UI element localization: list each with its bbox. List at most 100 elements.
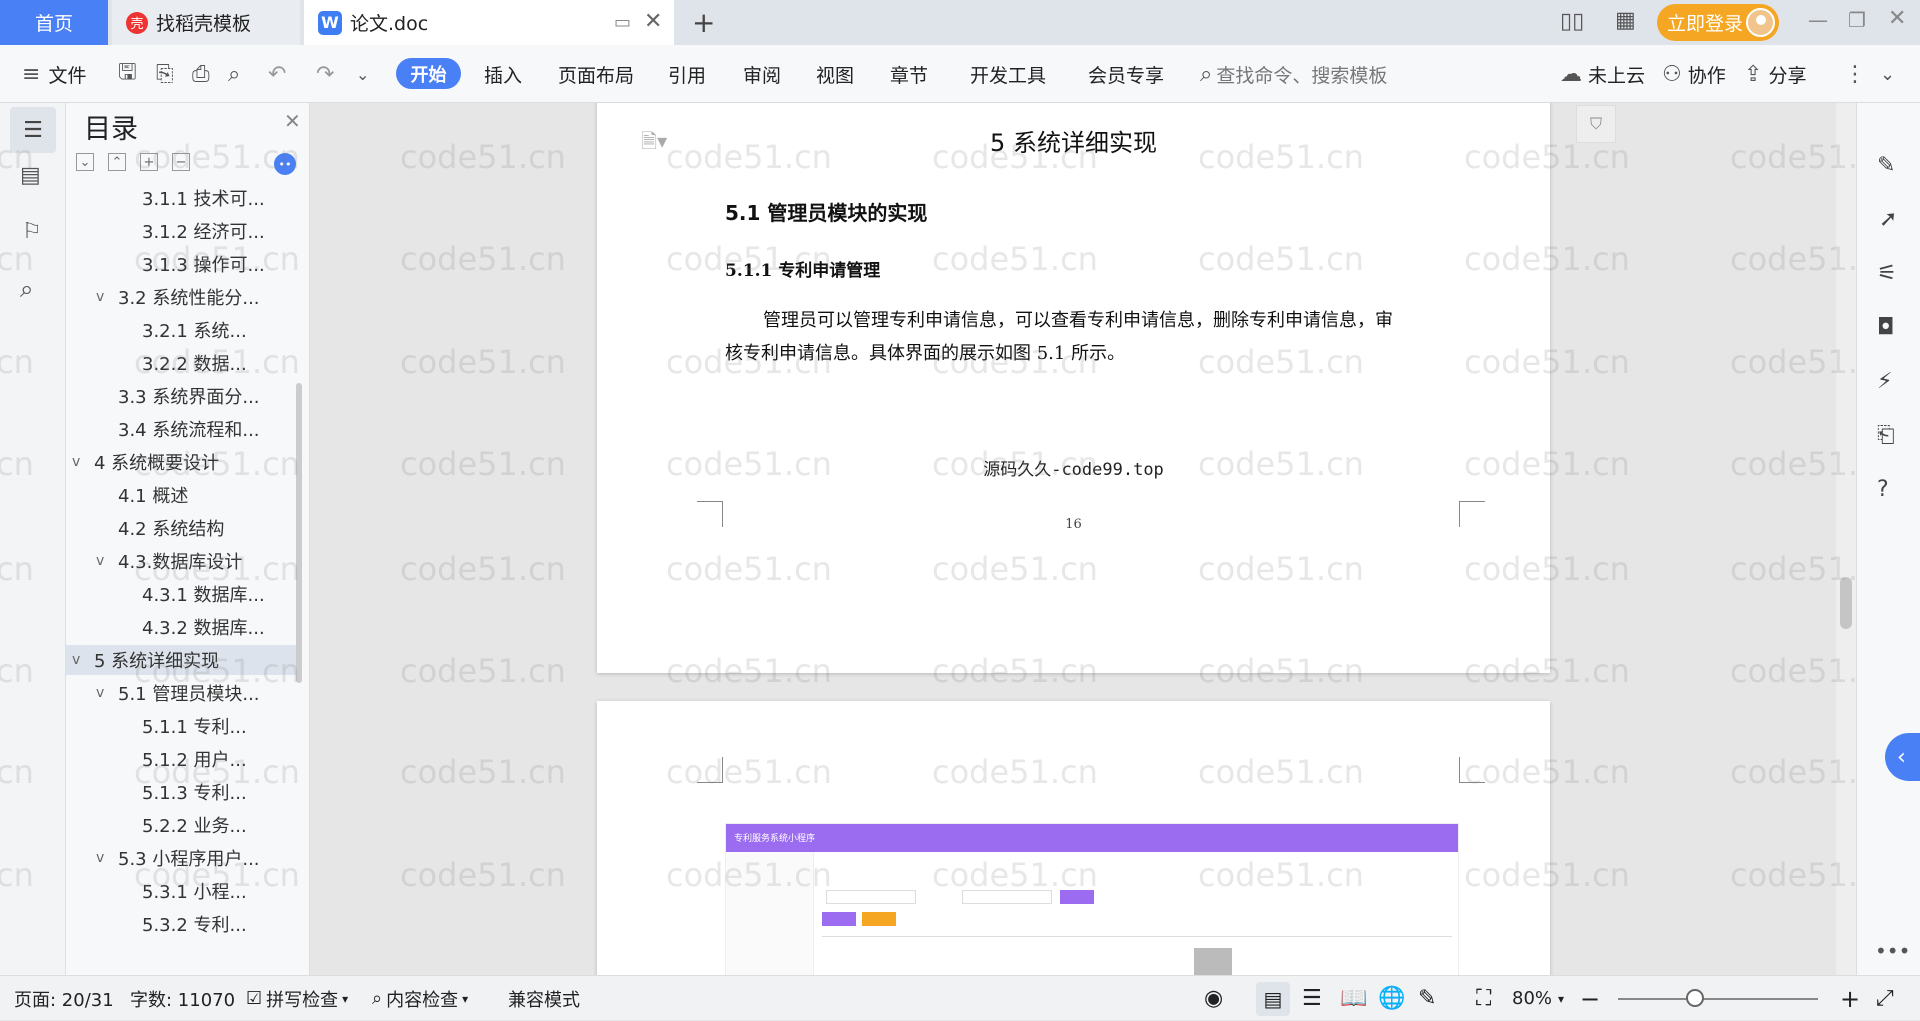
page-view-icon[interactable]: ▤ [1256,982,1290,1016]
minimize-icon[interactable]: — [1808,8,1828,32]
eye-protect-icon[interactable]: ◉ [1204,976,1223,1021]
print-preview-icon[interactable]: ⌕ [228,45,240,103]
toc-expander-icon[interactable]: v [72,652,94,668]
tab-templates[interactable]: 壳 找稻壳模板 [112,0,300,45]
new-tab-icon[interactable]: + [692,6,715,39]
toc-item[interactable]: 5.2.2 业务... [66,810,296,840]
redo-icon[interactable]: ↷ [316,45,334,103]
expand-all-icon[interactable]: + [140,153,158,171]
toc-item[interactable]: v 5.3 小程序用户... [66,843,296,873]
save-icon[interactable]: 🖫 [118,45,137,103]
pen-icon[interactable]: ✎ [1877,153,1895,178]
toc-expander-icon[interactable]: v [72,454,94,470]
word-count[interactable]: 字数: 11070 [130,976,235,1021]
ribbon-tab-review[interactable]: 审阅 [743,45,781,103]
toc-item[interactable]: 3.1.3 操作可... [66,249,296,279]
file-menu-button[interactable]: ≡ 文件 [22,45,86,103]
zoom-slider-track[interactable] [1618,998,1818,1000]
toc-expander-icon[interactable]: v [96,289,118,305]
window-close-icon[interactable]: ✕ [1888,6,1906,31]
bookmark-icon[interactable]: ⚐ [22,219,42,244]
zoom-slider-handle[interactable] [1686,989,1704,1007]
toc-item[interactable]: v 3.2 系统性能分... [66,282,296,312]
export-pdf-icon[interactable]: ⎘ [156,45,174,103]
adjust-icon[interactable]: ⚟ [1877,261,1897,286]
help-icon[interactable]: ? [1877,477,1889,502]
fit-page-icon[interactable]: ⛶ [1476,976,1491,1021]
toc-expander-icon[interactable]: v [96,685,118,701]
toc-item[interactable]: 5.3.2 专利... [66,909,296,939]
zoom-out-icon[interactable]: − [1580,976,1600,1021]
toc-item[interactable]: v 4.3.数据库设计 [66,546,296,576]
ribbon-tab-member[interactable]: 会员专享 [1088,45,1164,103]
ribbon-tab-insert[interactable]: 插入 [484,45,522,103]
page-indicator[interactable]: 页面: 20/31 [14,976,114,1021]
zoom-level[interactable]: 80% ▾ [1512,976,1564,1021]
filter-icon[interactable]: ⛉ [1576,105,1616,143]
toc-scrollbar[interactable] [296,383,302,683]
more-vertical-icon[interactable]: ⋮ [1844,45,1866,103]
login-button[interactable]: 立即登录 [1657,4,1779,41]
ribbon-tab-view[interactable]: 视图 [816,45,854,103]
cursor-icon[interactable]: ➚ [1879,207,1897,232]
toc-item[interactable]: v5 系统详细实现 [66,645,296,675]
quick-access-dropdown-icon[interactable]: ⌄ [356,45,369,103]
monitor-icon[interactable]: ▭ [614,12,631,33]
tab-home[interactable]: 首页 [0,0,108,45]
ribbon-tab-references[interactable]: 引用 [668,45,706,103]
expand-down-icon[interactable]: ⌄ [76,153,94,171]
toc-item[interactable]: v 5.1 管理员模块... [66,678,296,708]
close-tab-icon[interactable]: ✕ [644,9,662,34]
outline-view-icon[interactable]: ☰ [1302,976,1322,1021]
collaborate-button[interactable]: ⚇ 协作 [1662,45,1726,103]
tab-document[interactable]: W 论文.doc ▭ ✕ [304,0,674,45]
toc-item[interactable]: v4 系统概要设计 [66,447,296,477]
expand-sidepanel-icon[interactable]: ‹ [1885,733,1920,781]
collapse-ribbon-icon[interactable]: ⌄ [1880,45,1895,103]
toc-panel-icon[interactable]: ☰ [10,107,56,153]
print-icon[interactable]: ⎙ [192,45,210,103]
ribbon-tab-developer[interactable]: 开发工具 [970,45,1046,103]
toc-item[interactable]: 3.2.2 数据... [66,348,296,378]
toc-item[interactable]: 3.1.2 经济可... [66,216,296,246]
web-view-icon[interactable]: 🌐 [1378,976,1405,1021]
toc-expander-icon[interactable]: v [96,850,118,866]
toc-item[interactable]: 4.1 概述 [66,480,296,510]
toc-item[interactable]: 5.1.2 用户... [66,744,296,774]
find-icon[interactable]: ⌕ [20,275,33,303]
ribbon-tab-chapter[interactable]: 章节 [890,45,928,103]
fullscreen-icon[interactable]: ⤢ [1876,976,1894,1021]
toc-item[interactable]: 5.3.1 小程... [66,876,296,906]
scrollbar-thumb[interactable] [1840,577,1852,629]
spell-check-button[interactable]: ☑ 拼写检查 ▾ [246,976,348,1021]
toc-expander-icon[interactable]: v [96,553,118,569]
reading-view-icon[interactable]: 📖 [1340,976,1367,1021]
collapse-all-icon[interactable]: − [172,153,190,171]
toc-item[interactable]: 3.3 系统界面分... [66,381,296,411]
toc-item[interactable]: 4.3.2 数据库... [66,612,296,642]
write-view-icon[interactable]: ✎ [1418,976,1436,1021]
ribbon-tab-layout[interactable]: 页面布局 [558,45,634,103]
ribbon-tab-start[interactable]: 开始 [396,58,461,89]
toc-item[interactable]: 4.3.1 数据库... [66,579,296,609]
document-canvas[interactable]: 🗎▾ 5 系统详细实现 5.1 管理员模块的实现 5.1.1 专利申请管理 管理… [310,103,1856,975]
read-icon[interactable]: ⎗ [1877,423,1895,448]
style-icon[interactable]: ◘ [1877,315,1894,340]
collapse-up-icon[interactable]: ⌃ [108,153,126,171]
ai-spark-icon[interactable]: ⚡ [1877,369,1892,394]
apps-grid-icon[interactable]: ▦ [1615,8,1636,33]
toc-item[interactable]: 4.2 系统结构 [66,513,296,543]
share-button[interactable]: ⇪ 分享 [1744,45,1806,103]
restore-icon[interactable]: ❐ [1848,8,1866,32]
zoom-in-icon[interactable]: + [1840,976,1860,1021]
content-check-button[interactable]: ⌕ 内容检查 ▾ [372,976,468,1021]
toc-item[interactable]: 5.1.3 专利... [66,777,296,807]
toc-item[interactable]: 3.4 系统流程和... [66,414,296,444]
close-panel-icon[interactable]: ✕ [284,109,301,133]
ai-assistant-icon[interactable]: •• [274,153,296,175]
toc-item[interactable]: 3.1.1 技术可... [66,183,296,213]
vertical-scrollbar[interactable] [1836,103,1856,975]
cloud-status-button[interactable]: ☁ 未上云 [1560,45,1645,103]
undo-icon[interactable]: ↶ [268,45,286,103]
toc-item[interactable]: 3.2.1 系统... [66,315,296,345]
